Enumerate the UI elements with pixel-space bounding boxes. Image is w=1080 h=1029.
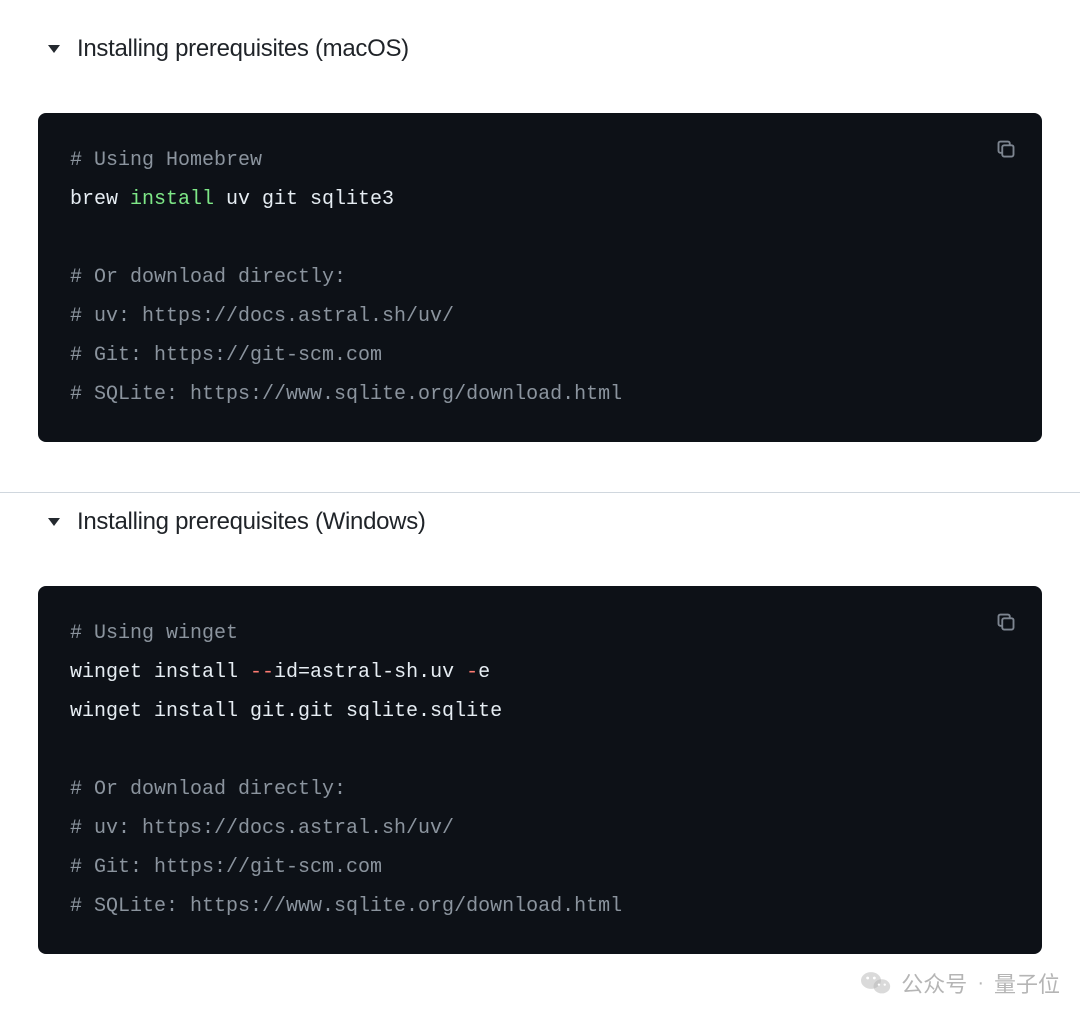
disclosure-triangle-icon: [48, 518, 60, 526]
code-line: [70, 219, 1010, 258]
code-token: -: [466, 661, 478, 684]
code-line: winget install --id=astral-sh.uv -e: [70, 653, 1010, 692]
code-line: # SQLite: https://www.sqlite.org/downloa…: [70, 375, 1010, 414]
section-header-toggle[interactable]: Installing prerequisites (macOS): [38, 20, 1042, 78]
watermark: 公众号 · 量子位: [861, 967, 1060, 999]
code-token: # Or download directly:: [70, 778, 346, 801]
code-token: # Git: https://git-scm.com: [70, 856, 382, 879]
code-token: # Using Homebrew: [70, 149, 262, 172]
code-token: # Or download directly:: [70, 266, 346, 289]
code-token: # uv: https://docs.astral.sh/uv/: [70, 817, 454, 840]
copy-button[interactable]: [992, 608, 1020, 636]
code-line: # Using winget: [70, 614, 1010, 653]
code-line: # Using Homebrew: [70, 141, 1010, 180]
code-token: winget install: [70, 661, 250, 684]
code-line: winget install git.git sqlite.sqlite: [70, 692, 1010, 731]
disclosure-triangle-icon: [48, 45, 60, 53]
code-token: # SQLite: https://www.sqlite.org/downloa…: [70, 383, 622, 406]
copy-button[interactable]: [992, 135, 1020, 163]
code-token: uv git sqlite3: [214, 188, 394, 211]
code-line: # SQLite: https://www.sqlite.org/downloa…: [70, 887, 1010, 926]
code-line: # Or download directly:: [70, 770, 1010, 809]
code-token: winget install git.git sqlite.sqlite: [70, 700, 502, 723]
section-title: Installing prerequisites (macOS): [77, 35, 409, 63]
collapsible-section: Installing prerequisites (Windows) # Usi…: [0, 492, 1080, 954]
code-line: [70, 731, 1010, 770]
code-token: # uv: https://docs.astral.sh/uv/: [70, 305, 454, 328]
code-line: # uv: https://docs.astral.sh/uv/: [70, 297, 1010, 336]
watermark-label: 公众号: [901, 967, 967, 999]
section-header-toggle[interactable]: Installing prerequisites (Windows): [38, 493, 1042, 551]
code-token: # Using winget: [70, 622, 238, 645]
collapsible-section: Installing prerequisites (macOS) # Using…: [0, 20, 1080, 442]
watermark-dot: ·: [977, 972, 984, 995]
code-token: # SQLite: https://www.sqlite.org/downloa…: [70, 895, 622, 918]
code-line: # Git: https://git-scm.com: [70, 336, 1010, 375]
copy-icon: [996, 612, 1016, 632]
code-line: # Or download directly:: [70, 258, 1010, 297]
code-token: id=astral-sh.uv: [274, 661, 466, 684]
code-token: # Git: https://git-scm.com: [70, 344, 382, 367]
code-line: brew install uv git sqlite3: [70, 180, 1010, 219]
code-token: install: [130, 188, 214, 211]
code-token: e: [478, 661, 490, 684]
code-block: # Using Homebrew brew install uv git sqli…: [38, 113, 1042, 442]
code-token: brew: [70, 188, 130, 211]
code-token: --: [250, 661, 274, 684]
section-title: Installing prerequisites (Windows): [77, 508, 426, 536]
watermark-name: 量子位: [994, 967, 1060, 999]
code-block: # Using winget winget install --id=astral…: [38, 586, 1042, 954]
code-line: # Git: https://git-scm.com: [70, 848, 1010, 887]
code-line: # uv: https://docs.astral.sh/uv/: [70, 809, 1010, 848]
copy-icon: [996, 139, 1016, 159]
wechat-icon: [861, 970, 891, 996]
